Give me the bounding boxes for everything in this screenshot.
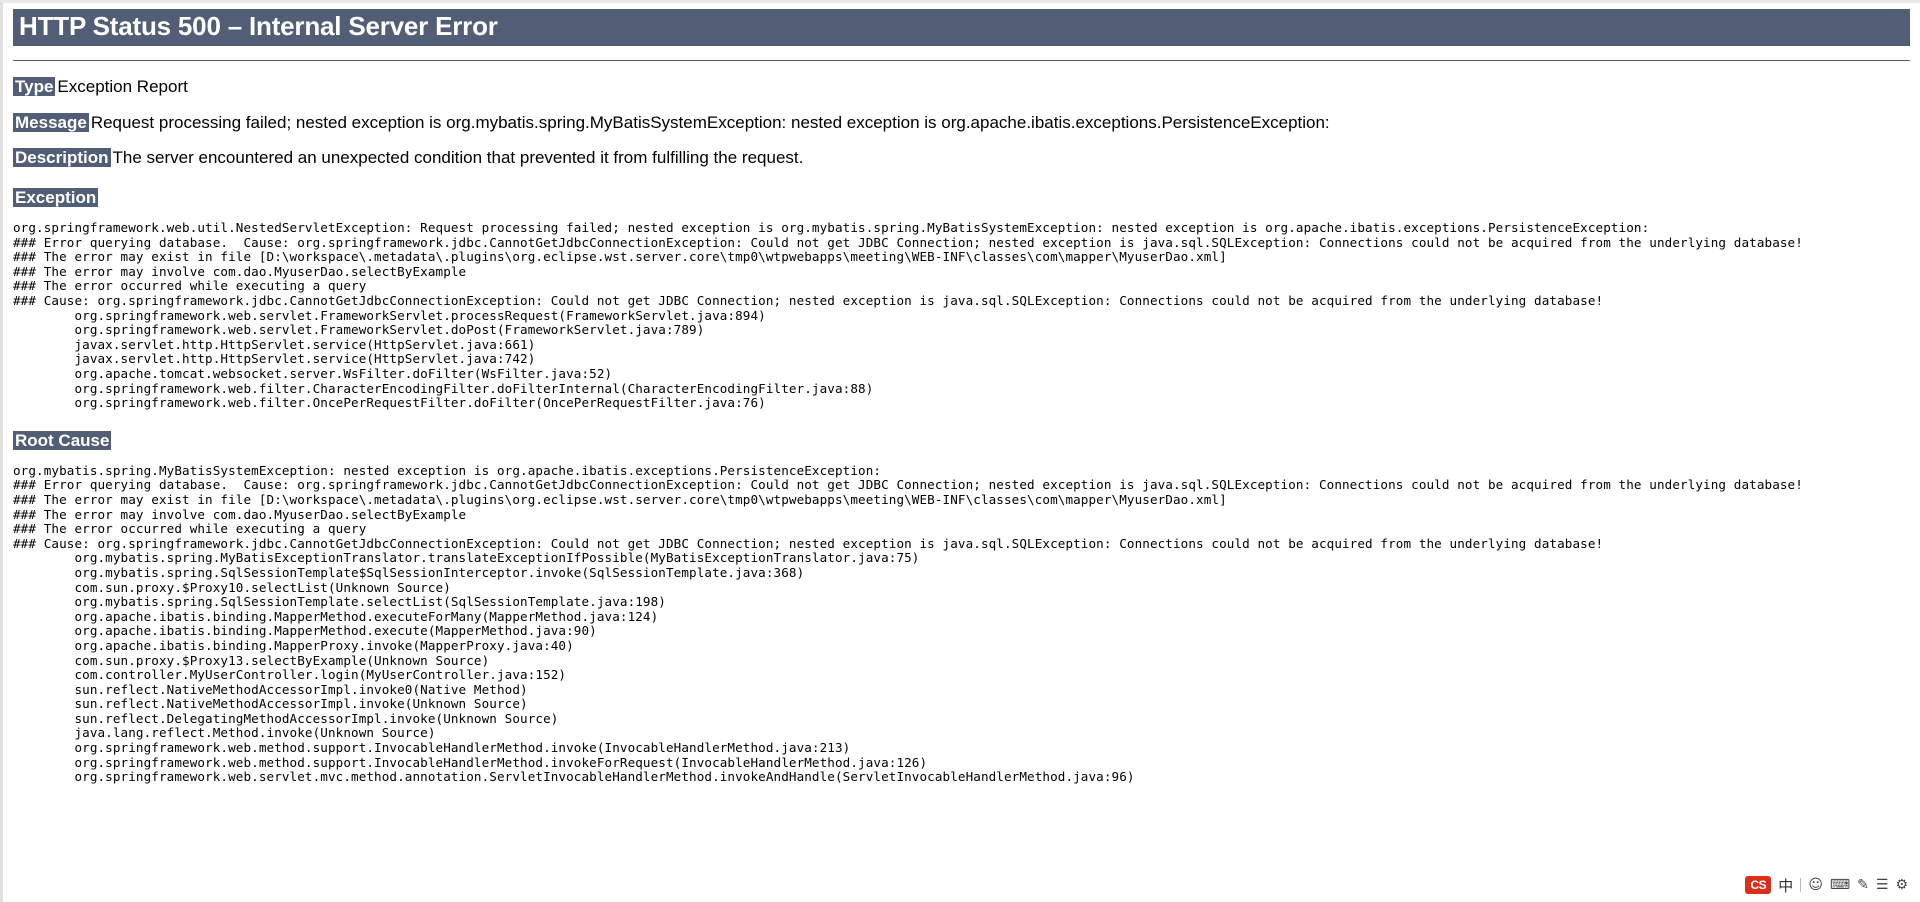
- type-row: Type Exception Report: [13, 77, 1910, 97]
- toolbar-divider: [1800, 878, 1802, 892]
- description-value: The server encountered an unexpected con…: [112, 148, 804, 168]
- description-row: Description The server encountered an une…: [13, 148, 1910, 168]
- error-page: HTTP Status 500 – Internal Server Error …: [0, 0, 1920, 902]
- exception-stack-trace: org.springframework.web.util.NestedServl…: [13, 220, 1803, 411]
- description-label: Description: [13, 148, 111, 168]
- root-cause-heading-row: Root Cause: [13, 430, 1910, 451]
- language-mode-toggle[interactable]: 中: [1778, 875, 1793, 896]
- type-value: Exception Report: [57, 77, 188, 96]
- message-value: Request processing failed; nested except…: [90, 112, 1330, 132]
- settings-icon[interactable]: ⚙: [1895, 878, 1908, 892]
- message-label: Message: [13, 112, 89, 132]
- root-cause-stack-trace: org.mybatis.spring.MyBatisSystemExceptio…: [13, 462, 1803, 785]
- menu-icon[interactable]: ☰: [1876, 878, 1889, 892]
- message-row: Message Request processing failed; nested…: [13, 112, 1910, 133]
- page-inner: HTTP Status 500 – Internal Server Error …: [3, 3, 1920, 785]
- csdn-logo-icon: CS: [1745, 876, 1772, 894]
- exception-heading: Exception: [13, 188, 99, 208]
- smiley-icon[interactable]: ☺: [1808, 878, 1823, 892]
- exception-heading-row: Exception: [13, 188, 1910, 208]
- page-title: HTTP Status 500 – Internal Server Error: [13, 9, 1910, 46]
- root-cause-heading: Root Cause: [13, 430, 112, 450]
- ime-toolbar[interactable]: CS 中 ☺ ⌨ ✎ ☰ ⚙: [1739, 872, 1914, 898]
- title-divider: [13, 60, 1910, 61]
- type-label: Type: [13, 77, 56, 96]
- pencil-icon[interactable]: ✎: [1857, 878, 1869, 892]
- keyboard-icon[interactable]: ⌨: [1830, 878, 1850, 892]
